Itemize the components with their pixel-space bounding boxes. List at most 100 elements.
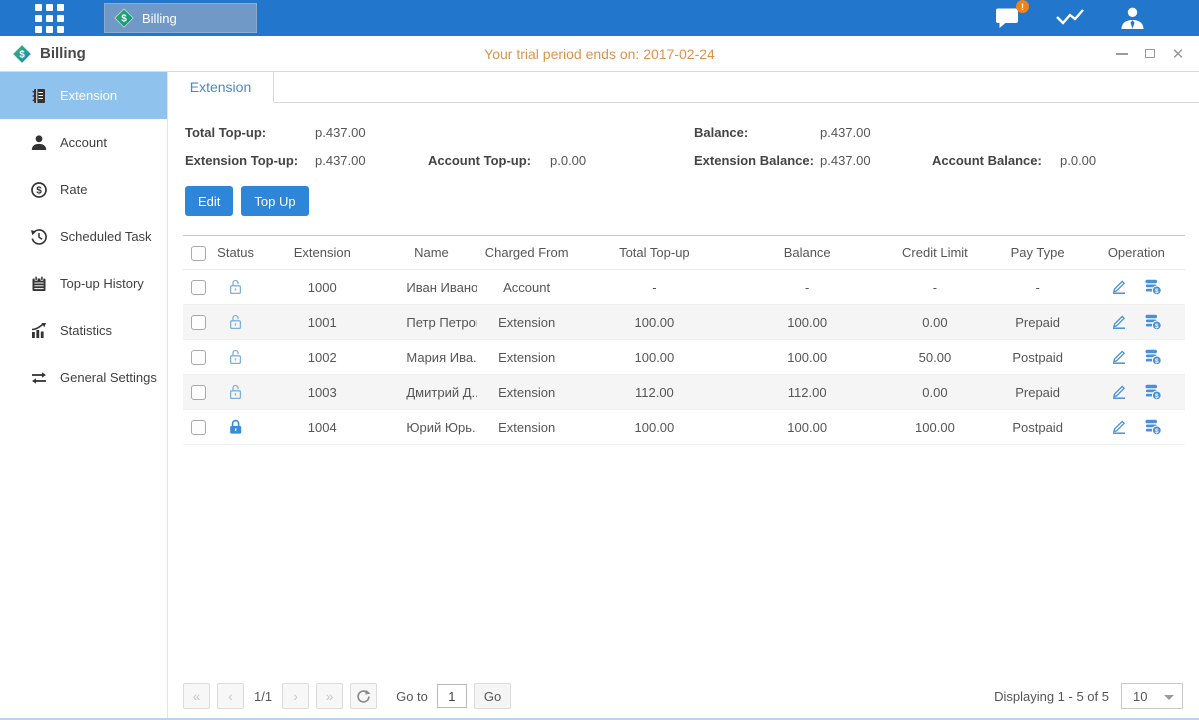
table-row: 1003Дмитрий Д...Extension112.00112.000.0… xyxy=(183,375,1185,410)
edit-pencil-icon[interactable] xyxy=(1110,348,1128,366)
sidebar-item-rate[interactable]: $Rate xyxy=(0,166,167,213)
unlocked-icon xyxy=(227,383,245,398)
history-clock-icon xyxy=(30,228,48,246)
page-size-value: 10 xyxy=(1133,689,1147,704)
displaying-text: Displaying 1 - 5 of 5 xyxy=(994,689,1109,704)
charged-from: Extension xyxy=(477,410,577,445)
messages-icon[interactable]: ! xyxy=(993,5,1023,31)
svg-text:$: $ xyxy=(19,49,25,60)
extension-name: Петр Петров xyxy=(386,305,476,340)
edit-pencil-icon[interactable] xyxy=(1110,418,1128,436)
row-checkbox[interactable] xyxy=(191,280,206,295)
window-titlebar: $ Billing Your trial period ends on: 201… xyxy=(0,36,1199,72)
sidebar-item-scheduled-task[interactable]: Scheduled Task xyxy=(0,213,167,260)
taskbar-item-billing[interactable]: $ Billing xyxy=(104,3,257,33)
minimize-icon[interactable] xyxy=(1115,47,1129,61)
select-all-checkbox[interactable] xyxy=(191,246,206,261)
calendar-icon xyxy=(30,275,48,293)
column-header-balance: Balance xyxy=(732,236,882,270)
refresh-button[interactable] xyxy=(350,683,377,709)
balance: 100.00 xyxy=(732,410,882,445)
topup-coins-icon[interactable]: $ xyxy=(1144,348,1162,366)
row-checkbox[interactable] xyxy=(191,420,206,435)
charged-from: Account xyxy=(477,270,577,305)
table-header-row: StatusExtensionNameCharged FromTotal Top… xyxy=(183,236,1185,270)
column-header-extension: Extension xyxy=(258,236,386,270)
edit-button[interactable]: Edit xyxy=(185,186,233,216)
balance-label: Balance: xyxy=(694,125,820,140)
column-header-status: Status xyxy=(213,236,258,270)
svg-text:$: $ xyxy=(1155,358,1159,365)
edit-pencil-icon[interactable] xyxy=(1110,313,1128,331)
prev-page-button[interactable]: ‹ xyxy=(217,683,244,709)
total-topup: - xyxy=(577,270,732,305)
billing-diamond-icon: $ xyxy=(114,8,134,28)
stats-icon xyxy=(30,322,48,340)
sidebar-item-top-up-history[interactable]: Top-up History xyxy=(0,260,167,307)
edit-pencil-icon[interactable] xyxy=(1110,383,1128,401)
user-account-icon[interactable] xyxy=(1117,5,1147,31)
last-page-button[interactable]: » xyxy=(316,683,343,709)
sidebar: Extension Account $RateScheduled TaskTop-u… xyxy=(0,72,168,718)
total-topup-value: p.437.00 xyxy=(315,125,428,140)
extension-balance-value: p.437.00 xyxy=(820,153,932,168)
row-checkbox[interactable] xyxy=(191,350,206,365)
statistics-chart-icon[interactable] xyxy=(1055,5,1085,31)
svg-text:$: $ xyxy=(1155,428,1159,435)
extension-number: 1001 xyxy=(258,305,386,340)
svg-text:$: $ xyxy=(1155,323,1159,330)
top-up-button[interactable]: Top Up xyxy=(241,186,308,216)
column-header-charged-from: Charged From xyxy=(477,236,577,270)
unlocked-icon xyxy=(227,278,245,293)
unlocked-icon xyxy=(227,313,245,328)
pay-type: Postpaid xyxy=(988,410,1088,445)
credit-limit: 50.00 xyxy=(882,340,987,375)
total-topup-label: Total Top-up: xyxy=(185,125,315,140)
close-icon[interactable]: ✕ xyxy=(1171,47,1185,61)
extension-topup-value: p.437.00 xyxy=(315,153,428,168)
sidebar-item-label: Account xyxy=(60,135,107,150)
table-row: 1000Иван ИвановAccount----$ xyxy=(183,270,1185,305)
table-row: 1004Юрий Юрь...Extension100.00100.00100.… xyxy=(183,410,1185,445)
row-checkbox[interactable] xyxy=(191,315,206,330)
column-header-total-top-up: Total Top-up xyxy=(577,236,732,270)
extension-number: 1004 xyxy=(258,410,386,445)
goto-page-input[interactable] xyxy=(437,684,467,708)
pay-type: Prepaid xyxy=(988,375,1088,410)
topup-coins-icon[interactable]: $ xyxy=(1144,383,1162,401)
column-header-pay-type: Pay Type xyxy=(988,236,1088,270)
svg-text:$: $ xyxy=(1155,393,1159,400)
app-grid-icon[interactable] xyxy=(35,4,64,33)
maximize-icon[interactable] xyxy=(1143,47,1157,61)
extension-name: Мария Ива... xyxy=(386,340,476,375)
extension-balance-label: Extension Balance: xyxy=(694,153,820,168)
next-page-button[interactable]: › xyxy=(282,683,309,709)
extension-table: StatusExtensionNameCharged FromTotal Top… xyxy=(183,235,1185,445)
charged-from: Extension xyxy=(477,375,577,410)
page-size-select[interactable]: 10 xyxy=(1121,683,1183,709)
balance: 100.00 xyxy=(732,340,882,375)
extension-number: 1002 xyxy=(258,340,386,375)
svg-text:$: $ xyxy=(121,14,127,25)
sidebar-item-label: Extension xyxy=(60,88,117,103)
table-row: 1001Петр ПетровExtension100.00100.000.00… xyxy=(183,305,1185,340)
topup-coins-icon[interactable]: $ xyxy=(1144,313,1162,331)
topup-coins-icon[interactable]: $ xyxy=(1144,278,1162,296)
charged-from: Extension xyxy=(477,340,577,375)
account-balance-label: Account Balance: xyxy=(932,153,1060,168)
topup-coins-icon[interactable]: $ xyxy=(1144,418,1162,436)
balance-value: p.437.00 xyxy=(820,125,932,140)
tab-extension[interactable]: Extension xyxy=(168,72,274,103)
go-button[interactable]: Go xyxy=(474,683,511,709)
pay-type: - xyxy=(988,270,1088,305)
sidebar-item-extension[interactable]: Extension xyxy=(0,72,167,119)
sidebar-item-statistics[interactable]: Statistics xyxy=(0,307,167,354)
extension-name: Юрий Юрь... xyxy=(386,410,476,445)
credit-limit: - xyxy=(882,270,987,305)
row-checkbox[interactable] xyxy=(191,385,206,400)
sidebar-item-general-settings[interactable]: General Settings xyxy=(0,354,167,401)
sidebar-item-label: Rate xyxy=(60,182,87,197)
sidebar-item-account[interactable]: Account xyxy=(0,119,167,166)
first-page-button[interactable]: « xyxy=(183,683,210,709)
edit-pencil-icon[interactable] xyxy=(1110,278,1128,296)
